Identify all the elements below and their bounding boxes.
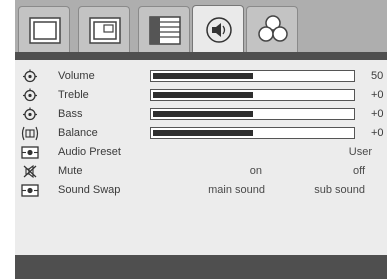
balance-icon xyxy=(21,126,39,141)
audio-icon xyxy=(206,17,232,43)
balance-value: +0 xyxy=(371,127,384,139)
sound-swap-option-main[interactable]: main sound xyxy=(208,183,265,197)
mute-icon xyxy=(23,164,37,179)
speaker-box-icon xyxy=(21,184,39,197)
balance-label: Balance xyxy=(58,127,98,139)
bass-label: Bass xyxy=(58,108,83,120)
volume-slider[interactable] xyxy=(150,70,355,82)
menu-bottom-band xyxy=(15,255,387,279)
bass-slider-fill xyxy=(153,111,253,117)
tab-options[interactable] xyxy=(246,6,298,52)
mute-row[interactable]: Mute on off xyxy=(15,162,387,181)
setup-list-icon xyxy=(149,16,181,45)
tab-pip[interactable] xyxy=(78,6,130,52)
tab-picture[interactable] xyxy=(18,6,70,52)
volume-value: 50 xyxy=(371,70,384,82)
sound-swap-option-sub[interactable]: sub sound xyxy=(314,183,365,197)
sound-swap-row[interactable]: Sound Swap main sound sub sound xyxy=(15,181,387,200)
bass-slider[interactable] xyxy=(150,108,355,120)
balance-slider-fill xyxy=(153,130,253,136)
menu-tab-bar xyxy=(15,0,387,53)
volume-label: Volume xyxy=(58,70,95,82)
treble-slider[interactable] xyxy=(150,89,355,101)
treble-value: +0 xyxy=(371,89,384,101)
treble-label: Treble xyxy=(58,89,89,101)
pip-icon xyxy=(89,17,121,44)
treble-row[interactable]: Treble +0 xyxy=(15,86,387,105)
tab-setup[interactable] xyxy=(138,6,190,52)
balance-row[interactable]: Balance +0 xyxy=(15,124,387,143)
audio-settings-screen: Volume 50 Treble +0 Bass +0 Balance +0 A… xyxy=(0,0,387,279)
balance-slider[interactable] xyxy=(150,127,355,139)
adjust-dial-icon xyxy=(23,88,37,102)
menu-top-band xyxy=(15,52,387,60)
audio-menu-panel: Volume 50 Treble +0 Bass +0 Balance +0 A… xyxy=(15,60,387,255)
speaker-box-icon xyxy=(21,146,39,159)
volume-row[interactable]: Volume 50 xyxy=(15,67,387,86)
treble-slider-fill xyxy=(153,92,253,98)
bass-row[interactable]: Bass +0 xyxy=(15,105,387,124)
volume-slider-fill xyxy=(153,73,253,79)
audio-preset-row[interactable]: Audio Preset User xyxy=(15,143,387,162)
audio-preset-value[interactable]: User xyxy=(349,145,372,159)
picture-icon xyxy=(29,17,61,44)
adjust-dial-icon xyxy=(23,107,37,121)
options-icon xyxy=(258,15,288,42)
bass-value: +0 xyxy=(371,108,384,120)
tab-audio[interactable] xyxy=(192,5,244,53)
adjust-dial-icon xyxy=(23,69,37,83)
mute-option-off[interactable]: off xyxy=(353,164,365,178)
mute-option-on[interactable]: on xyxy=(250,164,262,178)
mute-label: Mute xyxy=(58,165,83,177)
audio-preset-label: Audio Preset xyxy=(58,146,121,158)
sound-swap-label: Sound Swap xyxy=(58,184,121,196)
